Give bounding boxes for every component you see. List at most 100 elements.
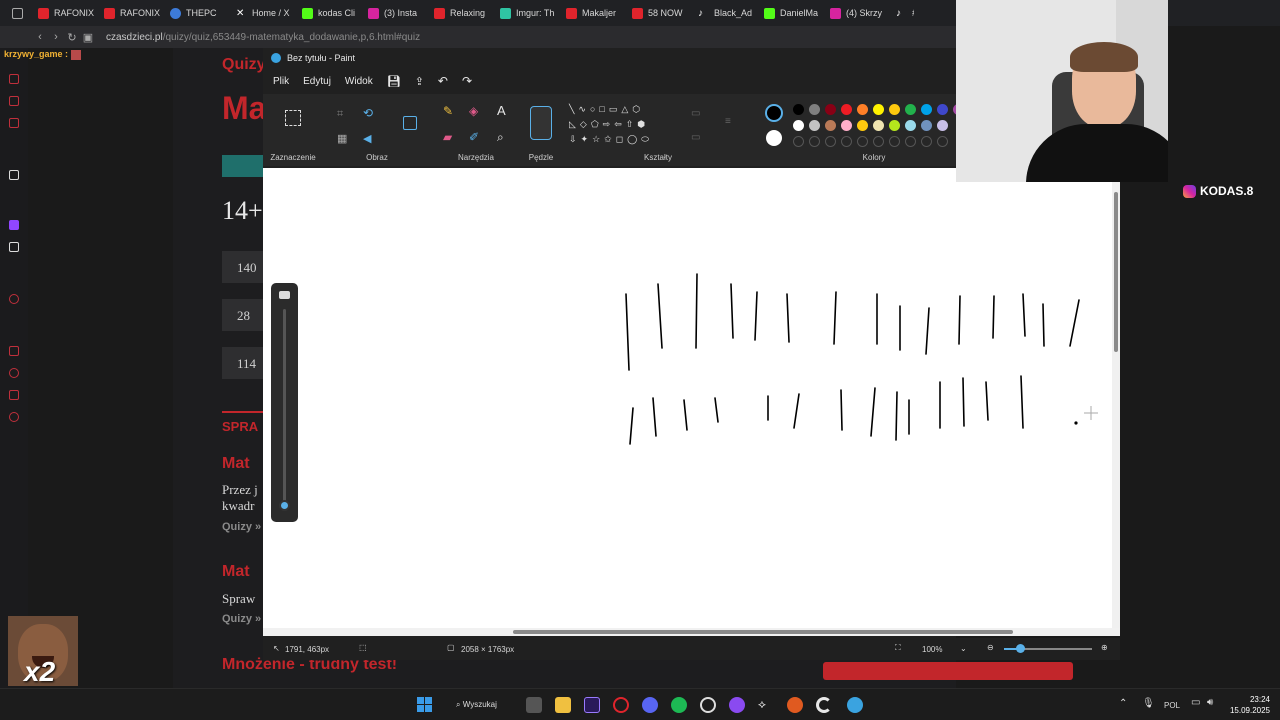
clock[interactable]: 23:24 15.09.2025 <box>1230 694 1270 716</box>
zoom-slider[interactable] <box>1004 644 1092 653</box>
start-button[interactable] <box>417 697 432 712</box>
custom-color-slot[interactable] <box>857 136 868 147</box>
forward-icon[interactable]: › <box>48 31 64 43</box>
browser-tab[interactable]: 58 NOW <box>626 2 692 24</box>
paint-taskbar-icon[interactable] <box>847 697 863 713</box>
pencil-icon[interactable]: ✎ <box>443 104 453 118</box>
custom-color-slot[interactable] <box>793 136 804 147</box>
browser-tab[interactable]: Relaxing <box>428 2 494 24</box>
menu-file[interactable]: Plik <box>273 76 289 87</box>
x-logo-icon[interactable] <box>9 242 19 252</box>
palette-swatch[interactable] <box>873 104 884 115</box>
vertical-scrollbar[interactable] <box>1112 182 1120 628</box>
palette-swatch[interactable] <box>905 104 916 115</box>
palette-swatch[interactable] <box>937 120 948 131</box>
zoom-slider-thumb[interactable] <box>1016 644 1025 653</box>
twitch-icon[interactable] <box>9 220 19 230</box>
site-red-button[interactable] <box>823 662 1073 680</box>
menu-view[interactable]: Widok <box>345 76 373 87</box>
palette-swatch[interactable] <box>857 104 868 115</box>
url-field[interactable]: czasdzieci.pl/quizy/quiz,653449-matematy… <box>106 32 420 43</box>
size-icon[interactable]: ≡ <box>725 116 731 127</box>
text-tool-icon[interactable]: A <box>497 103 506 118</box>
opera-icon[interactable] <box>613 697 629 713</box>
file-explorer-icon[interactable] <box>555 697 571 713</box>
redo-icon[interactable]: ↷ <box>462 74 472 88</box>
browser-tab[interactable]: ♪ Black_Ad <box>692 2 758 24</box>
quizy-link[interactable]: Quizy » <box>222 613 261 625</box>
task-view-icon[interactable] <box>526 697 542 713</box>
crop-icon[interactable]: ⌗ <box>337 108 343 121</box>
palette-swatch[interactable] <box>793 104 804 115</box>
palette-swatch[interactable] <box>889 120 900 131</box>
eraser-icon[interactable]: ▰ <box>443 130 452 144</box>
horizontal-scroll-thumb[interactable] <box>513 630 1013 634</box>
resize-icon[interactable]: ▦ <box>337 132 347 145</box>
custom-color-slot[interactable] <box>825 136 836 147</box>
paint-canvas[interactable] <box>263 168 1112 628</box>
palette-swatch[interactable] <box>857 120 868 131</box>
browser-tab[interactable]: kodas Cli <box>296 2 362 24</box>
menu-edit[interactable]: Edytuj <box>303 76 331 87</box>
palette-swatch[interactable] <box>905 120 916 131</box>
sidebar-app-icon[interactable] <box>9 390 19 400</box>
save-icon[interactable]: 💾︎ <box>387 75 401 88</box>
image-tools-icon[interactable] <box>403 116 417 130</box>
magnifier-icon[interactable]: ⌕ <box>497 130 504 145</box>
palette-swatch[interactable] <box>921 120 932 131</box>
palette-swatch[interactable] <box>937 104 948 115</box>
language-indicator[interactable]: POL <box>1164 701 1180 710</box>
brushes-button[interactable] <box>530 106 552 140</box>
ccleaner-icon[interactable] <box>816 697 832 713</box>
chevron-down-icon[interactable]: ⌄ <box>960 644 967 653</box>
browser-tab[interactable]: RAFONIX <box>32 2 98 24</box>
custom-color-slot[interactable] <box>905 136 916 147</box>
settings-icon[interactable] <box>9 412 19 422</box>
premiere-icon[interactable] <box>584 697 600 713</box>
reload-icon[interactable]: ↻ <box>64 31 80 44</box>
palette-swatch[interactable] <box>793 120 804 131</box>
palette-swatch[interactable] <box>873 120 884 131</box>
sidebar-app-icon[interactable] <box>9 74 19 84</box>
palette-swatch[interactable] <box>841 104 852 115</box>
fit-to-window-icon[interactable]: ⛶ <box>895 643 901 653</box>
browser-tab[interactable]: Imgur: Th <box>494 2 560 24</box>
taskbar-search[interactable]: ⌕ Wyszukaj <box>448 696 512 714</box>
fill-icon[interactable]: ◈ <box>469 104 478 118</box>
browser-tab[interactable]: ♪# <box>890 2 914 24</box>
answer-option[interactable]: 140 <box>222 251 266 283</box>
discord-icon[interactable] <box>642 697 658 713</box>
sidebar-app-icon[interactable] <box>9 96 19 106</box>
palette-swatch[interactable] <box>825 104 836 115</box>
site-info-icon[interactable]: ▣ <box>80 31 96 44</box>
palette-swatch[interactable] <box>889 104 900 115</box>
related-quiz-title[interactable]: Mat <box>222 563 250 581</box>
undo-icon[interactable]: ↶ <box>438 74 448 88</box>
app-icon[interactable] <box>700 697 716 713</box>
answer-option[interactable]: 114 <box>222 347 266 379</box>
quizy-link[interactable]: Quizy » <box>222 521 261 533</box>
flip-icon[interactable]: ◀ <box>363 132 371 145</box>
clock-icon[interactable] <box>9 368 19 378</box>
brush-size-slider[interactable] <box>271 283 298 522</box>
palette-swatch[interactable] <box>809 120 820 131</box>
color-picker-icon[interactable]: ✐ <box>469 130 479 144</box>
share-icon[interactable]: ⇪ <box>415 75 424 88</box>
browser-tab[interactable]: Makaljer <box>560 2 626 24</box>
rotate-icon[interactable]: ⟲ <box>363 106 373 120</box>
related-quiz-title[interactable]: Mat <box>222 455 250 473</box>
network-icon[interactable]: ▭ <box>1191 697 1200 708</box>
browser-tab[interactable]: ✕ Home / X <box>230 2 296 24</box>
selection-tool-button[interactable] <box>285 110 301 126</box>
sidebar-app-icon[interactable] <box>9 294 19 304</box>
browser-tab[interactable]: THEPC <box>164 2 230 24</box>
palette-swatch[interactable] <box>921 104 932 115</box>
custom-color-slot[interactable] <box>937 136 948 147</box>
capcut-icon[interactable]: ⟡ <box>758 697 774 713</box>
answer-option[interactable]: 28 <box>222 299 266 331</box>
browser-tab[interactable]: (3) Insta <box>362 2 428 24</box>
app-icon[interactable] <box>729 697 745 713</box>
fill-shape-icon[interactable]: ▭ <box>691 132 700 143</box>
tray-chevron-icon[interactable]: ⌃ <box>1119 698 1127 709</box>
browser-tab[interactable]: (4) Skrzy <box>824 2 890 24</box>
